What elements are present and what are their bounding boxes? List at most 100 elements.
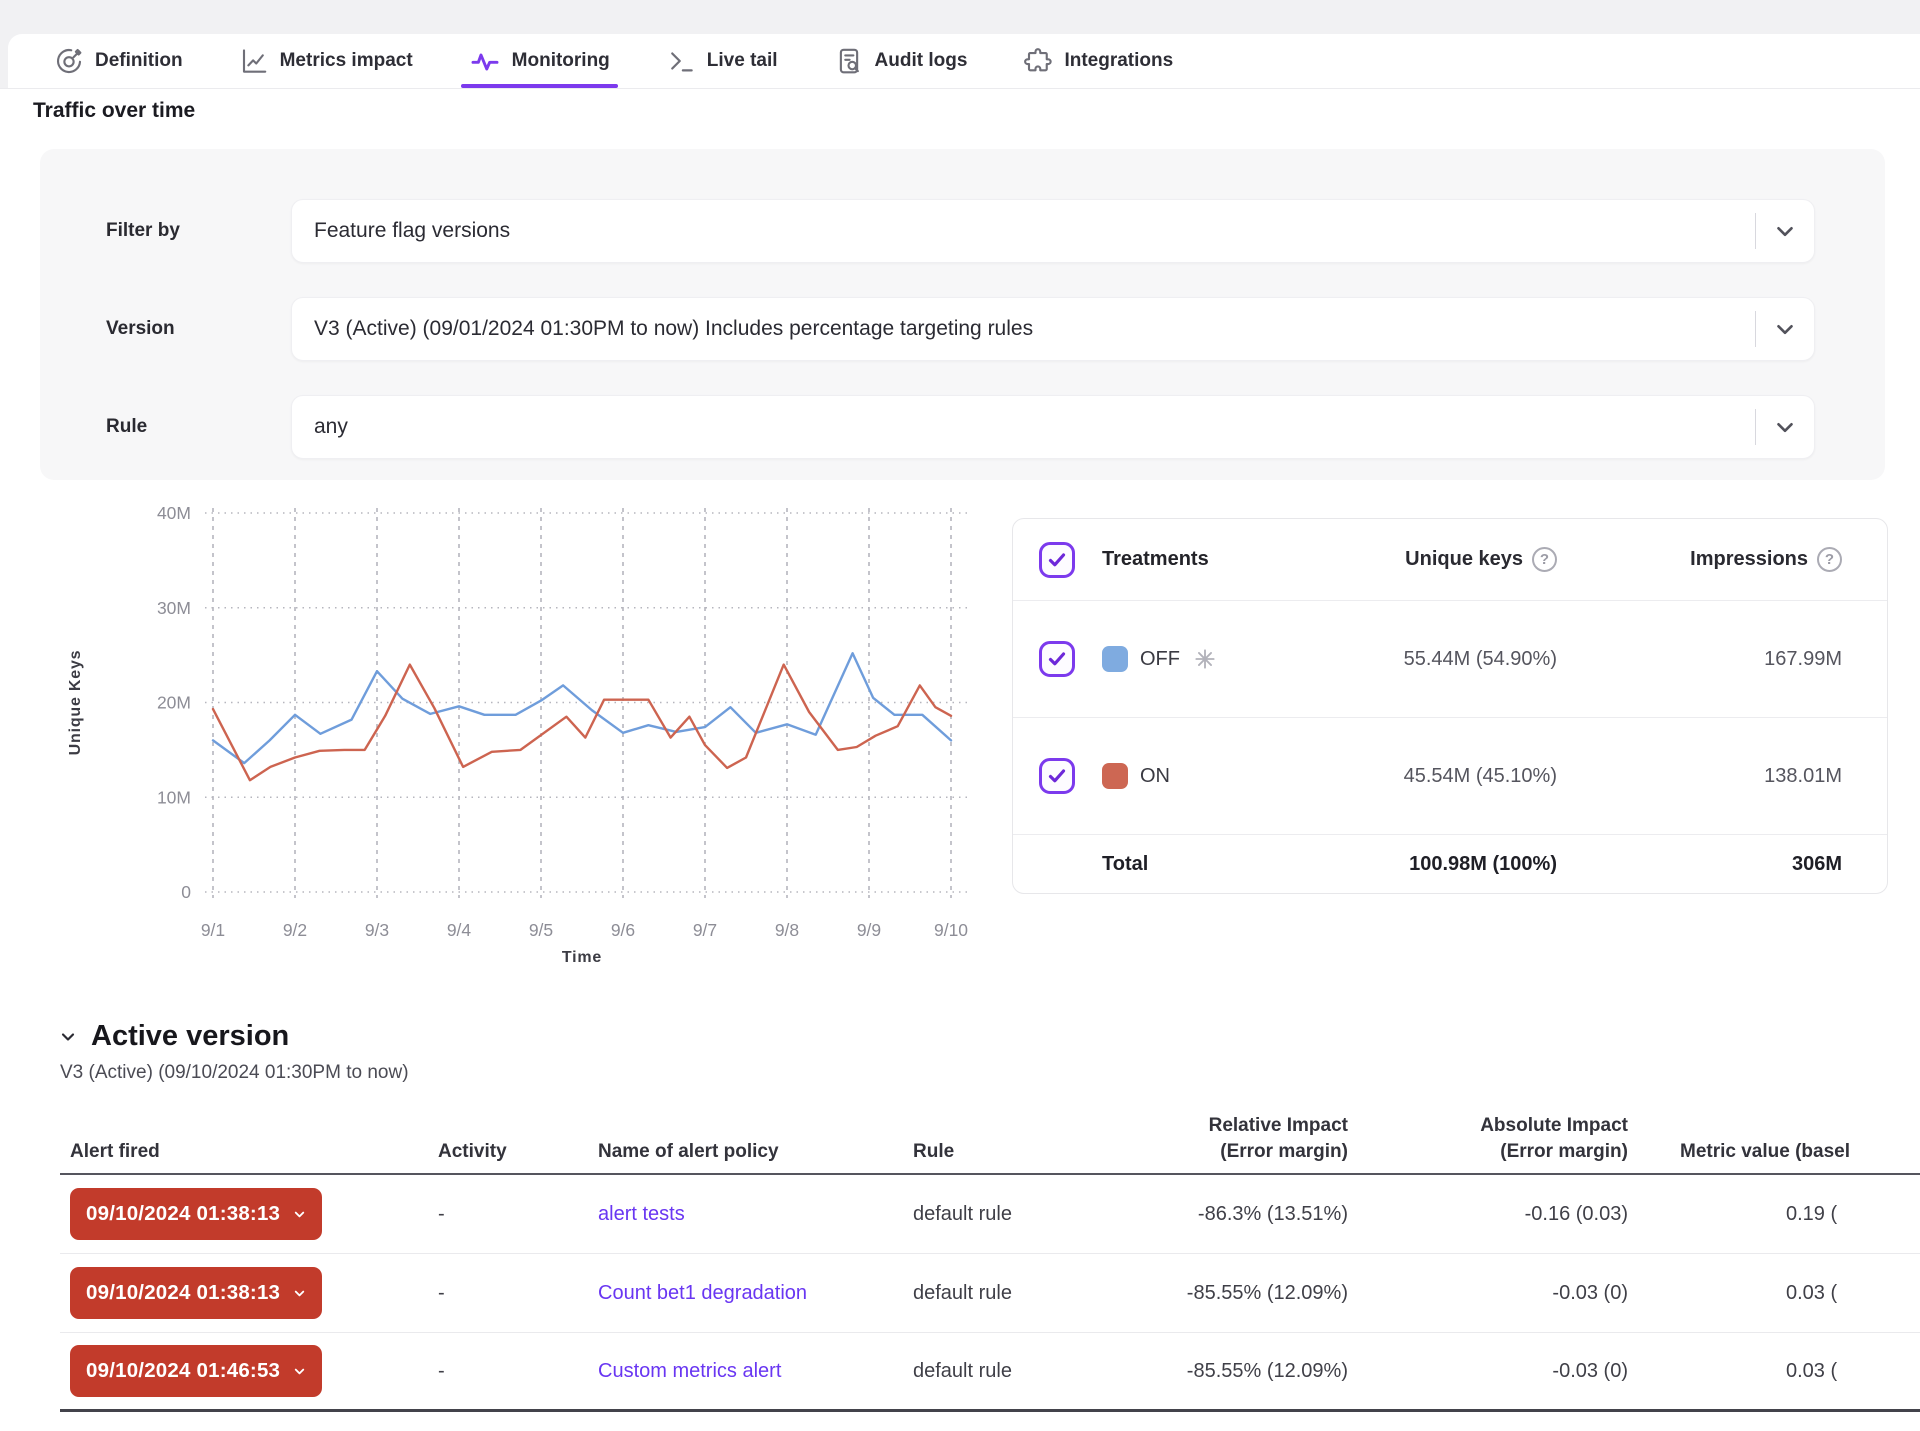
treatments-total-row: Total 100.98M (100%) 306M	[1013, 835, 1887, 893]
metric-value: 0.03 (	[1628, 1360, 1920, 1383]
tab-bar: Definition Metrics impact Monitoring Liv…	[8, 34, 1920, 88]
impressions-header: Impressions	[1690, 548, 1808, 571]
filter-panel: Filter by Feature flag versions Version …	[40, 149, 1885, 480]
filter-by-value: Feature flag versions	[314, 219, 1755, 243]
chevron-down-icon	[292, 1364, 307, 1379]
svg-text:10M: 10M	[157, 787, 191, 807]
treatments-header-row: Treatments Unique keys ? Impressions ?	[1013, 519, 1887, 601]
col-relative-impact: Relative Impact (Error margin)	[1098, 1113, 1348, 1164]
svg-text:40M: 40M	[157, 503, 191, 523]
treatment-row-on: ON 45.54M (45.10%) 138.01M	[1013, 718, 1887, 835]
svg-text:9/8: 9/8	[775, 920, 799, 940]
off-series-swatch	[1102, 646, 1128, 672]
metrics-impact-icon	[239, 46, 269, 76]
help-icon[interactable]: ?	[1817, 547, 1842, 572]
version-value: V3 (Active) (09/01/2024 01:30PM to now) …	[314, 317, 1755, 341]
alert-policy-link[interactable]: alert tests	[598, 1203, 685, 1225]
on-checkbox[interactable]	[1039, 758, 1075, 794]
activity-value: -	[438, 1282, 598, 1305]
relative-impact-value: -86.3% (13.51%)	[1098, 1203, 1348, 1226]
svg-text:30M: 30M	[157, 598, 191, 618]
alert-fired-badge[interactable]: 09/10/2024 01:46:53	[70, 1345, 322, 1397]
tab-integrations[interactable]: Integrations	[1023, 34, 1173, 88]
alerts-table: Alert fired Activity Name of alert polic…	[60, 1113, 1920, 1412]
filter-row-version: Version V3 (Active) (09/01/2024 01:30PM …	[106, 297, 1815, 361]
impressions-value: 138.01M	[1764, 765, 1842, 788]
tab-metrics-impact[interactable]: Metrics impact	[239, 34, 413, 88]
relative-impact-value: -85.55% (12.09%)	[1098, 1360, 1348, 1383]
svg-text:9/5: 9/5	[529, 920, 553, 940]
tab-audit-logs[interactable]: Audit logs	[834, 34, 968, 88]
help-icon[interactable]: ?	[1532, 547, 1557, 572]
tab-monitoring[interactable]: Monitoring	[469, 34, 610, 88]
alert-fired-badge[interactable]: 09/10/2024 01:38:13	[70, 1267, 322, 1319]
rule-value: any	[314, 415, 1755, 439]
rule-value: default rule	[913, 1203, 1098, 1226]
svg-text:9/6: 9/6	[611, 920, 635, 940]
svg-text:9/4: 9/4	[447, 920, 472, 940]
unique-keys-value: 55.44M (54.90%)	[1404, 648, 1557, 671]
filter-row-filter-by: Filter by Feature flag versions	[106, 199, 1815, 263]
unique-keys-value: 45.54M (45.10%)	[1404, 765, 1557, 788]
absolute-impact-value: -0.16 (0.03)	[1348, 1203, 1628, 1226]
col-metric-value: Metric value (basel	[1628, 1139, 1920, 1165]
alert-fired-badge[interactable]: 09/10/2024 01:38:13	[70, 1188, 322, 1240]
tab-label: Live tail	[707, 50, 778, 72]
live-tail-icon	[666, 46, 696, 76]
treatment-name: ON	[1140, 765, 1170, 788]
active-version-header[interactable]: Active version	[58, 1020, 289, 1053]
chevron-down-icon[interactable]	[1756, 316, 1814, 342]
default-treatment-icon	[1192, 646, 1218, 672]
tab-label: Integrations	[1064, 50, 1173, 72]
treatments-header: Treatments	[1102, 548, 1209, 571]
total-unique-keys: 100.98M (100%)	[1409, 853, 1557, 876]
svg-text:9/1: 9/1	[201, 920, 225, 940]
tab-definition[interactable]: Definition	[54, 34, 183, 88]
impressions-value: 167.99M	[1764, 648, 1842, 671]
chevron-down-icon[interactable]	[1756, 218, 1814, 244]
integrations-icon	[1023, 46, 1053, 76]
svg-text:0: 0	[181, 882, 191, 902]
filter-row-rule: Rule any	[106, 395, 1815, 459]
collapse-chevron-icon[interactable]	[58, 1027, 78, 1047]
rule-value: default rule	[913, 1360, 1098, 1383]
svg-text:9/9: 9/9	[857, 920, 881, 940]
unique-keys-header: Unique keys	[1405, 548, 1523, 571]
table-row: 09/10/2024 01:38:13 - Count bet1 degrada…	[60, 1254, 1920, 1333]
alert-policy-link[interactable]: Custom metrics alert	[598, 1360, 781, 1382]
svg-text:Unique Keys: Unique Keys	[67, 650, 84, 756]
svg-text:9/10: 9/10	[934, 920, 968, 940]
monitoring-icon	[469, 45, 501, 77]
filter-by-label: Filter by	[106, 220, 291, 242]
table-row: 09/10/2024 01:46:53 - Custom metrics ale…	[60, 1333, 1920, 1412]
select-all-checkbox[interactable]	[1039, 542, 1075, 578]
col-policy: Name of alert policy	[598, 1139, 913, 1165]
chevron-down-icon[interactable]	[1756, 414, 1814, 440]
col-activity: Activity	[438, 1139, 598, 1165]
absolute-impact-value: -0.03 (0)	[1348, 1360, 1628, 1383]
rule-value: default rule	[913, 1282, 1098, 1305]
activity-value: -	[438, 1360, 598, 1383]
active-version-title: Active version	[91, 1020, 289, 1053]
version-select[interactable]: V3 (Active) (09/01/2024 01:30PM to now) …	[291, 297, 1815, 361]
metric-value: 0.19 (	[1628, 1203, 1920, 1226]
page-title: Traffic over time	[33, 99, 195, 123]
tab-label: Metrics impact	[280, 50, 413, 72]
off-checkbox[interactable]	[1039, 641, 1075, 677]
rule-select[interactable]: any	[291, 395, 1815, 459]
on-series-swatch	[1102, 763, 1128, 789]
col-rule: Rule	[913, 1139, 1098, 1165]
tab-live-tail[interactable]: Live tail	[666, 34, 778, 88]
activity-value: -	[438, 1203, 598, 1226]
filter-by-select[interactable]: Feature flag versions	[291, 199, 1815, 263]
svg-text:Time: Time	[562, 949, 602, 966]
treatments-panel: Treatments Unique keys ? Impressions ? O…	[1012, 518, 1888, 894]
svg-text:9/2: 9/2	[283, 920, 307, 940]
relative-impact-value: -85.55% (12.09%)	[1098, 1282, 1348, 1305]
tab-label: Definition	[95, 50, 183, 72]
col-alert-fired: Alert fired	[70, 1139, 438, 1165]
traffic-over-time-chart: 010M20M30M40M9/19/29/39/49/59/69/79/89/9…	[60, 500, 980, 1000]
audit-logs-icon	[834, 46, 864, 76]
alert-policy-link[interactable]: Count bet1 degradation	[598, 1282, 807, 1304]
total-impressions: 306M	[1792, 853, 1842, 876]
